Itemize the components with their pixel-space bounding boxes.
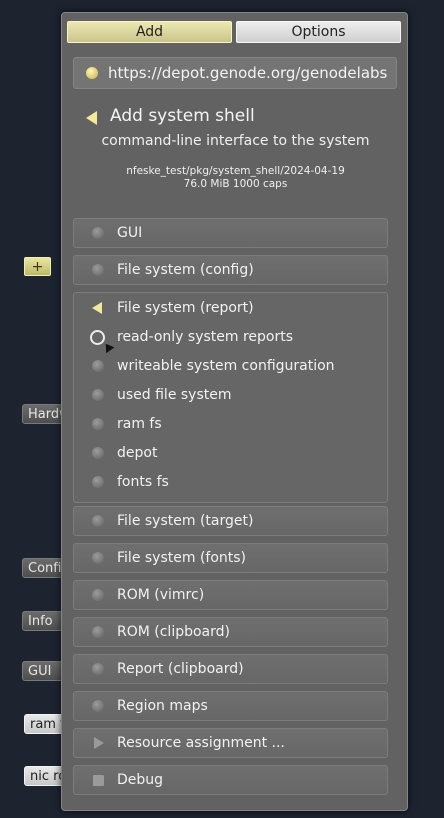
radio-dot-icon [92,227,104,239]
option-label: fonts fs [117,474,169,490]
add-component-popup: Add Options https://depot.genode.org/gen… [61,12,408,811]
option-fonts-fs[interactable]: fonts fs [74,468,389,496]
option-used-file-system[interactable]: used file system [74,381,389,409]
option-writeable-system-configuration[interactable]: writeable system configuration [74,352,389,380]
route-rom-clipboard[interactable]: ROM (clipboard) [73,617,388,647]
route-file-system-report[interactable]: File system (report) [74,294,389,322]
route-label: Report (clipboard) [117,661,244,677]
radio-dot-icon [92,663,104,675]
radio-dot-icon [92,700,104,712]
option-depot[interactable]: depot [74,439,389,467]
route-label: File system (fonts) [117,550,247,566]
popup-tabs: Add Options [67,21,401,43]
collapse-arrow-icon [92,302,102,314]
resource-assignment[interactable]: Resource assignment ... [73,728,388,758]
depot-indicator-icon [86,67,98,79]
route-label: File system (target) [117,513,254,529]
route-file-system-target[interactable]: File system (target) [73,506,388,536]
radio-ring-icon [90,330,105,345]
option-label: used file system [117,387,232,403]
option-label: read-only system reports [117,329,294,345]
depot-url: https://depot.genode.org/genodelabs [108,64,388,82]
route-label: Region maps [117,698,208,714]
option-ram-fs[interactable]: ram fs [74,410,389,438]
route-label: ROM (vimrc) [117,587,205,603]
add-component-button[interactable]: + [24,257,51,276]
back-arrow-icon[interactable] [86,111,97,125]
radio-dot-icon [92,552,104,564]
component-title[interactable]: Add system shell [110,106,255,126]
route-file-system-fonts[interactable]: File system (fonts) [73,543,388,573]
route-file-system-report-group: File system (report) read-only system re… [73,292,388,503]
option-read-only-system-reports[interactable]: read-only system reports [74,323,389,354]
component-path: nfeske_test/pkg/system_shell/2024-04-19 [126,165,345,177]
option-label: depot [117,445,158,461]
route-file-system-config[interactable]: File system (config) [73,255,388,285]
radio-dot-icon [92,589,104,601]
tab-options[interactable]: Options [236,21,401,43]
radio-dot-icon [92,476,104,488]
component-size: 76.0 MiB 1000 caps [183,178,288,190]
route-gui[interactable]: GUI [73,218,388,248]
route-report-clipboard[interactable]: Report (clipboard) [73,654,388,684]
route-label: ROM (clipboard) [117,624,230,640]
route-label: GUI [117,225,143,241]
option-label: ram fs [117,416,162,432]
route-rom-vimrc[interactable]: ROM (vimrc) [73,580,388,610]
route-label: Debug [117,772,164,788]
radio-dot-icon [92,418,104,430]
checkbox-icon [93,775,104,786]
radio-dot-icon [92,515,104,527]
radio-dot-icon [92,447,104,459]
route-label: File system (report) [117,300,254,316]
route-region-maps[interactable]: Region maps [73,691,388,721]
expand-arrow-icon [94,737,104,749]
radio-dot-icon [92,626,104,638]
tab-add[interactable]: Add [67,21,232,43]
route-label: Resource assignment ... [117,735,285,751]
radio-dot-icon [92,360,104,372]
option-label: writeable system configuration [117,358,335,374]
radio-dot-icon [92,264,104,276]
debug-checkbox[interactable]: Debug [73,765,388,795]
depot-selector[interactable]: https://depot.genode.org/genodelabs [73,57,397,89]
route-label: File system (config) [117,262,254,278]
component-description: command-line interface to the system [101,133,370,149]
radio-dot-icon [92,389,104,401]
